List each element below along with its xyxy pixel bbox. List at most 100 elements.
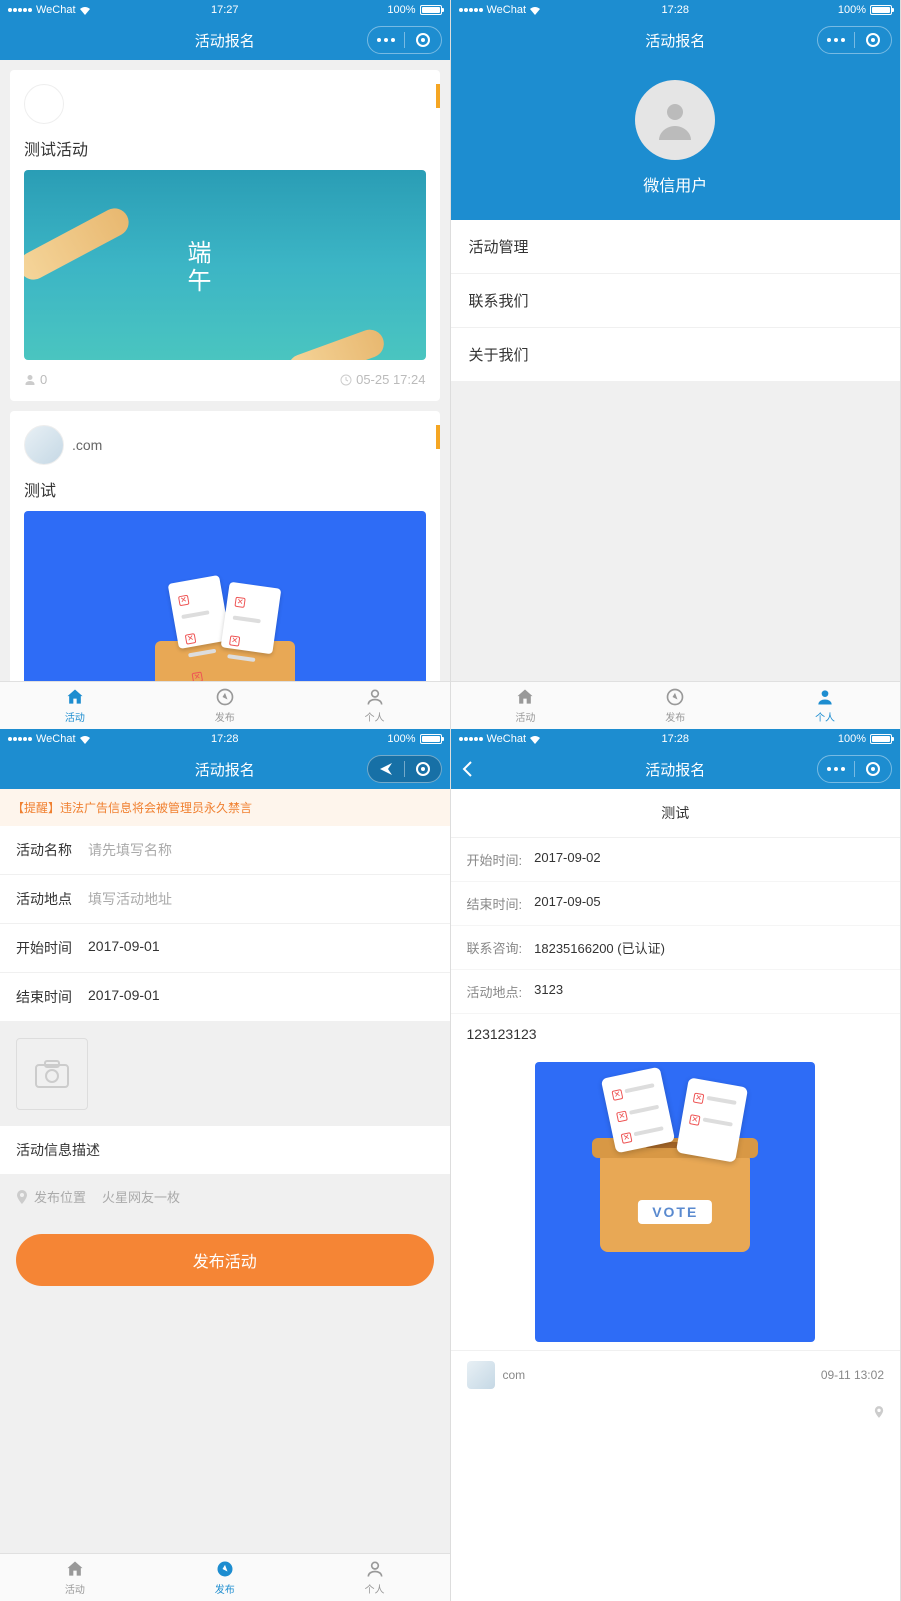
tab-personal[interactable]: 个人 bbox=[300, 1554, 450, 1601]
tab-publish[interactable]: 发布 bbox=[150, 682, 300, 729]
back-button[interactable] bbox=[461, 760, 473, 778]
user-avatar[interactable] bbox=[635, 80, 715, 160]
row-end-time[interactable]: 结束时间 2017-09-01 bbox=[0, 973, 450, 1022]
capsule-menu-button[interactable] bbox=[818, 27, 854, 53]
activity-card[interactable]: 测试活动 端午 0 05-25 17:24 bbox=[10, 70, 440, 401]
carrier: WeChat bbox=[36, 733, 76, 745]
compass-icon bbox=[215, 1559, 235, 1579]
capsule bbox=[367, 755, 442, 783]
screen-personal: WeChat 17:28 100% 活动报名 微信用户 活动管理 联系我们 关于… bbox=[451, 0, 901, 729]
compass-icon bbox=[215, 687, 235, 707]
description-input[interactable]: 活动信息描述 bbox=[0, 1126, 450, 1175]
header: 活动报名 bbox=[0, 749, 450, 789]
vote-label: VOTE bbox=[638, 1200, 712, 1224]
row-location[interactable]: 发布位置 火星网友一枚 bbox=[0, 1175, 450, 1218]
author-name: com bbox=[503, 1368, 526, 1382]
carrier: WeChat bbox=[487, 4, 527, 16]
home-icon bbox=[515, 687, 535, 707]
body: 测试 开始时间:2017-09-02 结束时间:2017-09-05 联系咨询:… bbox=[451, 789, 901, 1601]
author-row: com 09-11 13:02 bbox=[451, 1350, 901, 1399]
tab-activity[interactable]: 活动 bbox=[0, 682, 150, 729]
image-upload-button[interactable] bbox=[16, 1038, 88, 1110]
battery-pct: 100% bbox=[838, 733, 866, 745]
activity-date: 05-25 17:24 bbox=[356, 372, 425, 387]
publish-date: 09-11 13:02 bbox=[821, 1368, 884, 1382]
accent-bar bbox=[436, 425, 440, 449]
end-time-value: 2017-09-01 bbox=[88, 987, 160, 1007]
header-title: 活动报名 bbox=[195, 30, 255, 51]
tab-activity[interactable]: 活动 bbox=[451, 682, 601, 729]
author-avatar bbox=[24, 425, 64, 465]
camera-icon bbox=[34, 1059, 70, 1089]
row-start: 开始时间:2017-09-02 bbox=[451, 838, 901, 882]
capsule-close-button[interactable] bbox=[405, 756, 441, 782]
body: 【提醒】违法广告信息将会被管理员永久禁言 活动名称 请先填写名称 活动地点 填写… bbox=[0, 789, 450, 1553]
row-name[interactable]: 活动名称 请先填写名称 bbox=[0, 826, 450, 875]
send-icon bbox=[378, 761, 394, 777]
activity-image: ✕✕✕ ✕✕ bbox=[24, 511, 426, 681]
clock-icon bbox=[340, 374, 352, 386]
menu-activity-manage[interactable]: 活动管理 bbox=[451, 220, 901, 274]
person-icon bbox=[815, 687, 835, 707]
header: 活动报名 bbox=[451, 749, 901, 789]
battery-pct: 100% bbox=[838, 4, 866, 16]
start-time-value: 2017-09-01 bbox=[88, 938, 160, 958]
author-avatar bbox=[24, 84, 64, 124]
tab-personal[interactable]: 个人 bbox=[750, 682, 900, 729]
status-time: 17:28 bbox=[661, 733, 689, 745]
detail-description: 123123123 bbox=[451, 1014, 901, 1054]
tab-publish[interactable]: 发布 bbox=[600, 682, 750, 729]
location-row bbox=[451, 1399, 901, 1429]
person-icon bbox=[365, 687, 385, 707]
status-time: 17:28 bbox=[211, 733, 239, 745]
person-icon bbox=[365, 1559, 385, 1579]
capsule-menu-button[interactable] bbox=[368, 27, 404, 53]
address-input[interactable]: 填写活动地址 bbox=[88, 889, 172, 909]
row-address[interactable]: 活动地点 填写活动地址 bbox=[0, 875, 450, 924]
author-avatar bbox=[467, 1361, 495, 1389]
row-address: 活动地点:3123 bbox=[451, 970, 901, 1014]
tabbar: 活动 发布 个人 bbox=[0, 681, 450, 729]
activity-title: 测试活动 bbox=[24, 136, 426, 160]
status-bar: WeChat 17:28 100% bbox=[451, 729, 901, 749]
home-icon bbox=[65, 687, 85, 707]
capsule bbox=[367, 26, 442, 54]
body: 微信用户 活动管理 联系我们 关于我们 bbox=[451, 60, 901, 681]
row-end: 结束时间:2017-09-05 bbox=[451, 882, 901, 926]
status-bar: WeChat 17:28 100% bbox=[0, 729, 450, 749]
capsule-close-button[interactable] bbox=[405, 27, 441, 53]
person-icon bbox=[651, 96, 699, 144]
home-icon bbox=[65, 1559, 85, 1579]
activity-card[interactable]: .com 测试 ✕✕✕ ✕✕ bbox=[10, 411, 440, 681]
screen-publish: WeChat 17:28 100% 活动报名 【提醒】违法广告信息将会被管理员永… bbox=[0, 729, 451, 1601]
status-time: 17:27 bbox=[211, 4, 239, 16]
carrier: WeChat bbox=[487, 733, 527, 745]
tab-personal[interactable]: 个人 bbox=[300, 682, 450, 729]
body: 测试活动 端午 0 05-25 17:24 .com bbox=[0, 60, 450, 681]
tab-publish[interactable]: 发布 bbox=[150, 1554, 300, 1601]
capsule-close-button[interactable] bbox=[855, 756, 891, 782]
row-start-time[interactable]: 开始时间 2017-09-01 bbox=[0, 924, 450, 973]
header: 活动报名 bbox=[0, 20, 450, 60]
menu-contact-us[interactable]: 联系我们 bbox=[451, 274, 901, 328]
tab-activity[interactable]: 活动 bbox=[0, 1554, 150, 1601]
screen-detail: WeChat 17:28 100% 活动报名 测试 开始时间:2017-09-0… bbox=[451, 729, 901, 1601]
capsule bbox=[817, 755, 892, 783]
compass-icon bbox=[665, 687, 685, 707]
card-meta: 0 05-25 17:24 bbox=[24, 372, 426, 387]
header-title: 活动报名 bbox=[645, 759, 705, 780]
menu-about-us[interactable]: 关于我们 bbox=[451, 328, 901, 382]
share-button[interactable] bbox=[368, 761, 404, 777]
capsule-close-button[interactable] bbox=[855, 27, 891, 53]
person-icon bbox=[24, 374, 36, 386]
capsule bbox=[817, 26, 892, 54]
battery-pct: 100% bbox=[387, 733, 415, 745]
name-input[interactable]: 请先填写名称 bbox=[88, 840, 172, 860]
publish-button[interactable]: 发布活动 bbox=[16, 1234, 434, 1286]
header-title: 活动报名 bbox=[645, 30, 705, 51]
location-icon bbox=[16, 1190, 28, 1204]
detail-title: 测试 bbox=[451, 789, 901, 838]
row-contact: 联系咨询:18235166200 (已认证) bbox=[451, 926, 901, 970]
author-label: .com bbox=[72, 437, 102, 453]
capsule-menu-button[interactable] bbox=[818, 756, 854, 782]
